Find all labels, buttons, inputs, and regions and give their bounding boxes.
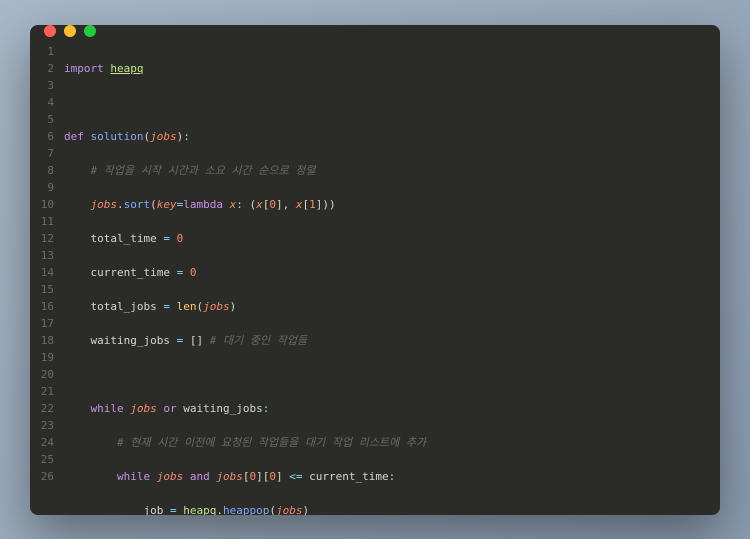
comment: # 작업을 시작 시간과 소요 시간 순으로 정렬 (91, 164, 316, 177)
line-gutter: 1234567891011121314151617181920212223242… (30, 43, 64, 515)
line-number: 14 (30, 264, 54, 281)
line-number: 10 (30, 196, 54, 213)
line-number: 4 (30, 94, 54, 111)
line-number: 11 (30, 213, 54, 230)
line-number: 12 (30, 230, 54, 247)
line-number: 3 (30, 77, 54, 94)
titlebar (30, 25, 720, 37)
line-number: 8 (30, 162, 54, 179)
line-number: 22 (30, 400, 54, 417)
line-number: 1 (30, 43, 54, 60)
line-number: 15 (30, 281, 54, 298)
line-number: 25 (30, 451, 54, 468)
code-area[interactable]: 1234567891011121314151617181920212223242… (30, 37, 720, 515)
minimize-icon[interactable] (64, 25, 76, 37)
maximize-icon[interactable] (84, 25, 96, 37)
close-icon[interactable] (44, 25, 56, 37)
line-number: 16 (30, 298, 54, 315)
line-number: 26 (30, 468, 54, 485)
line-number: 17 (30, 315, 54, 332)
code-content[interactable]: import heapq def solution(jobs): # 작업을 시… (64, 43, 710, 515)
line-number: 23 (30, 417, 54, 434)
line-number: 13 (30, 247, 54, 264)
line-number: 5 (30, 111, 54, 128)
editor-window: 1234567891011121314151617181920212223242… (30, 25, 720, 515)
line-number: 21 (30, 383, 54, 400)
line-number: 20 (30, 366, 54, 383)
module-heapq: heapq (110, 62, 143, 75)
line-number: 7 (30, 145, 54, 162)
fn-solution: solution (91, 130, 144, 143)
line-number: 18 (30, 332, 54, 349)
line-number: 19 (30, 349, 54, 366)
kw-import: import (64, 62, 104, 75)
line-number: 9 (30, 179, 54, 196)
line-number: 2 (30, 60, 54, 77)
line-number: 6 (30, 128, 54, 145)
line-number: 24 (30, 434, 54, 451)
